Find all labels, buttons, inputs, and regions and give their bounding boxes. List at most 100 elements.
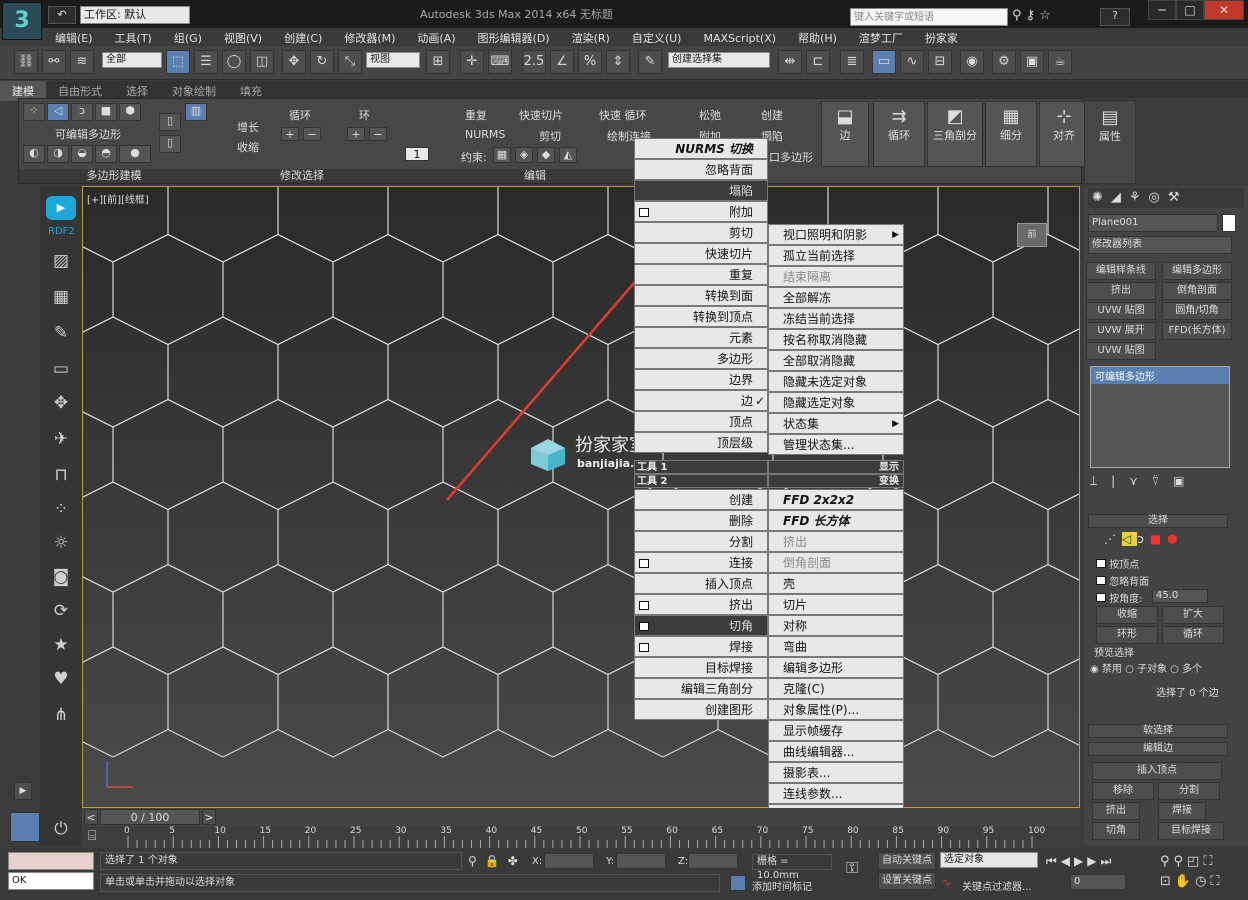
chamfer-button[interactable]: 切角 bbox=[1092, 822, 1140, 840]
modifier-button[interactable]: 倒角剖面 bbox=[1162, 282, 1232, 300]
time-tag-icon[interactable] bbox=[730, 875, 746, 891]
target-weld-button[interactable]: 目标焊接 bbox=[1158, 822, 1224, 840]
menu-item[interactable]: 视图(V) bbox=[213, 28, 273, 48]
rotate-icon[interactable]: ↻ bbox=[310, 50, 334, 74]
quad-menu-item[interactable]: 管理状态集... bbox=[768, 434, 904, 455]
menu-item[interactable]: 渲染(R) bbox=[561, 28, 621, 48]
expand-icon[interactable]: ▶ bbox=[14, 782, 32, 800]
modifier-button[interactable]: UVW 贴图 bbox=[1086, 342, 1156, 360]
subobject-icons[interactable]: ⋰◁ↄ■⬢ bbox=[1104, 532, 1184, 546]
quad-menu-item[interactable]: 对称 bbox=[768, 615, 904, 636]
quickslice-label[interactable]: 快速切片 bbox=[519, 107, 563, 123]
auto-key-button[interactable]: 自动关键点 bbox=[878, 852, 936, 870]
quad-menu-item[interactable]: 多边形 bbox=[634, 348, 768, 369]
repeat-label[interactable]: 重复 bbox=[465, 107, 487, 123]
big-loop-button[interactable]: ⇉ 循环 bbox=[873, 101, 925, 167]
ring-button[interactable]: 环形 bbox=[1096, 626, 1158, 644]
quad-menu-item[interactable]: 快速切片 bbox=[634, 243, 768, 264]
quad-menu-item[interactable]: 剪切 bbox=[634, 222, 768, 243]
power-icon[interactable]: ⏻ bbox=[48, 816, 74, 842]
quad-menu-item[interactable]: 倒角剖面 bbox=[768, 552, 904, 573]
maxscript-listener[interactable] bbox=[8, 852, 94, 870]
ref-coord-select[interactable]: 视图 bbox=[366, 52, 420, 68]
quad-menu-item[interactable]: 边界 bbox=[634, 369, 768, 390]
link-icon[interactable]: ⛓ bbox=[14, 50, 38, 74]
quad-menu-item[interactable]: 视口照明和阴影 ▶ bbox=[768, 224, 904, 245]
add-time-tag[interactable]: 添加时间标记 bbox=[752, 878, 812, 893]
quad-menu-item[interactable]: 创建 bbox=[634, 489, 768, 510]
schematic-view-icon[interactable]: ⊟ bbox=[928, 50, 952, 74]
quad-menu-item[interactable]: 挤出 bbox=[768, 531, 904, 552]
big-align-button[interactable]: ⊹ 对齐 bbox=[1039, 101, 1089, 167]
constraint-normal-icon[interactable]: ◭ bbox=[559, 147, 577, 163]
x-coord-input[interactable] bbox=[544, 853, 594, 869]
search-input[interactable]: 键入关键字或短语 bbox=[850, 8, 1008, 26]
undo-button[interactable]: ↶ bbox=[48, 6, 76, 24]
mirror-icon[interactable]: ⇹ bbox=[778, 50, 802, 74]
grid-icon[interactable]: ▦ bbox=[48, 284, 74, 310]
app-logo-icon[interactable]: 3 bbox=[2, 2, 42, 40]
by-vertex-checkbox[interactable]: 按顶点 bbox=[1096, 556, 1139, 571]
time-next-icon[interactable]: > bbox=[202, 809, 216, 825]
constraint-face-icon[interactable]: ◆ bbox=[537, 147, 555, 163]
menu-item[interactable]: 修改器(M) bbox=[333, 28, 406, 48]
percent-snap-icon[interactable]: % bbox=[578, 50, 602, 74]
quad-menu-item[interactable]: 删除 bbox=[634, 510, 768, 531]
big-properties-button[interactable]: ▤ 属性 bbox=[1084, 100, 1136, 184]
time-slider-thumb[interactable]: 0 / 100 bbox=[100, 809, 200, 825]
modifier-button[interactable]: 圆角/切角 bbox=[1162, 302, 1232, 320]
time-slider[interactable]: < 0 / 100 > bbox=[82, 808, 1080, 826]
snap-toggle-icon[interactable]: 2.5 bbox=[522, 50, 546, 74]
remove-button[interactable]: 移除 bbox=[1092, 782, 1154, 800]
binoculars-icon[interactable]: ⚲ ⚷ ☆ bbox=[1012, 8, 1051, 23]
quickloop-label[interactable]: 快速 循环 bbox=[599, 107, 647, 123]
quad-menu-item[interactable]: 顶层级 bbox=[634, 432, 768, 453]
nurms-label[interactable]: NURMS bbox=[465, 128, 505, 141]
quad-menu-item[interactable]: 曲线编辑器... bbox=[768, 741, 904, 762]
show-cage-icon[interactable]: ◓ bbox=[95, 145, 117, 163]
modifier-button[interactable]: 编辑多边形 bbox=[1162, 262, 1232, 280]
maxscript-input[interactable]: OK bbox=[8, 872, 94, 890]
relax-label[interactable]: 松弛 bbox=[699, 107, 721, 123]
ns-icon[interactable]: ● bbox=[119, 145, 151, 163]
panel-toggle-icon[interactable] bbox=[10, 812, 40, 842]
refresh-icon[interactable]: ⟳ bbox=[48, 598, 74, 624]
modifier-button[interactable]: UVW 贴图 bbox=[1086, 302, 1156, 320]
track-menu-icon[interactable]: ⌸ bbox=[88, 828, 96, 844]
quad-menu-item[interactable]: 创建图形 bbox=[634, 699, 768, 720]
rendered-frame-icon[interactable]: ▣ bbox=[1020, 50, 1044, 74]
z-coord-input[interactable] bbox=[688, 853, 738, 869]
select-by-icon[interactable]: ▯ bbox=[159, 135, 181, 153]
loop-grow-icon[interactable]: + bbox=[281, 127, 299, 141]
menu-item[interactable]: 创建(C) bbox=[273, 28, 333, 48]
angle-snap-icon[interactable]: ∠ bbox=[550, 50, 574, 74]
pivot-icon[interactable]: ⊞ bbox=[426, 50, 450, 74]
preview-radios[interactable]: ◉ 禁用 ○ 子对象 ○ 多个 bbox=[1090, 660, 1202, 675]
quad-menu-item[interactable]: NURMS 切换 bbox=[634, 138, 768, 159]
extrude-button[interactable]: 挤出 bbox=[1092, 802, 1140, 820]
insert-vertex-button[interactable]: 插入顶点 bbox=[1092, 762, 1222, 780]
quad-menu-item[interactable]: 转换到面 bbox=[634, 285, 768, 306]
stack-item[interactable]: 可编辑多边形 bbox=[1091, 367, 1229, 384]
menu-item[interactable]: 自定义(U) bbox=[621, 28, 693, 48]
quad-menu-item[interactable]: 壳 bbox=[768, 573, 904, 594]
quad-menu-item[interactable]: 冻结当前选择 bbox=[768, 308, 904, 329]
lock-icon[interactable]: ▯ bbox=[159, 113, 181, 131]
quad-menu-item[interactable]: 编辑多边形 bbox=[768, 657, 904, 678]
edit-icon[interactable]: ✎ bbox=[48, 320, 74, 346]
keyboard-shortcut-icon[interactable]: ⌨ bbox=[488, 50, 512, 74]
dots-icon[interactable]: ⁘ bbox=[48, 496, 74, 522]
quad-menu-item[interactable]: 显示帧缓存 bbox=[768, 720, 904, 741]
create-label[interactable]: 创建 bbox=[761, 107, 783, 123]
cmd-tabs-icon[interactable]: ✺◢⚘◎⚒ bbox=[1088, 188, 1244, 208]
quad-menu-item[interactable]: 忽略背面 bbox=[634, 159, 768, 180]
split-button[interactable]: 分割 bbox=[1158, 782, 1220, 800]
quad-menu-item[interactable]: 隐藏选定对象 bbox=[768, 392, 904, 413]
border-icon[interactable]: ↄ bbox=[71, 103, 93, 121]
edge-icon[interactable]: ◁ bbox=[47, 103, 69, 121]
viewport-front[interactable]: [+][前][线框] 前 扮家家室内设计 banjiajia.com bbox=[82, 186, 1080, 808]
stack-icon[interactable]: ◒ bbox=[71, 145, 93, 163]
nav-icons[interactable]: ⚲⚲◰⛶ bbox=[1160, 854, 1216, 869]
selection-filter-select[interactable]: 全部 bbox=[102, 52, 162, 68]
spinner-snap-icon[interactable]: ⇕ bbox=[606, 50, 630, 74]
